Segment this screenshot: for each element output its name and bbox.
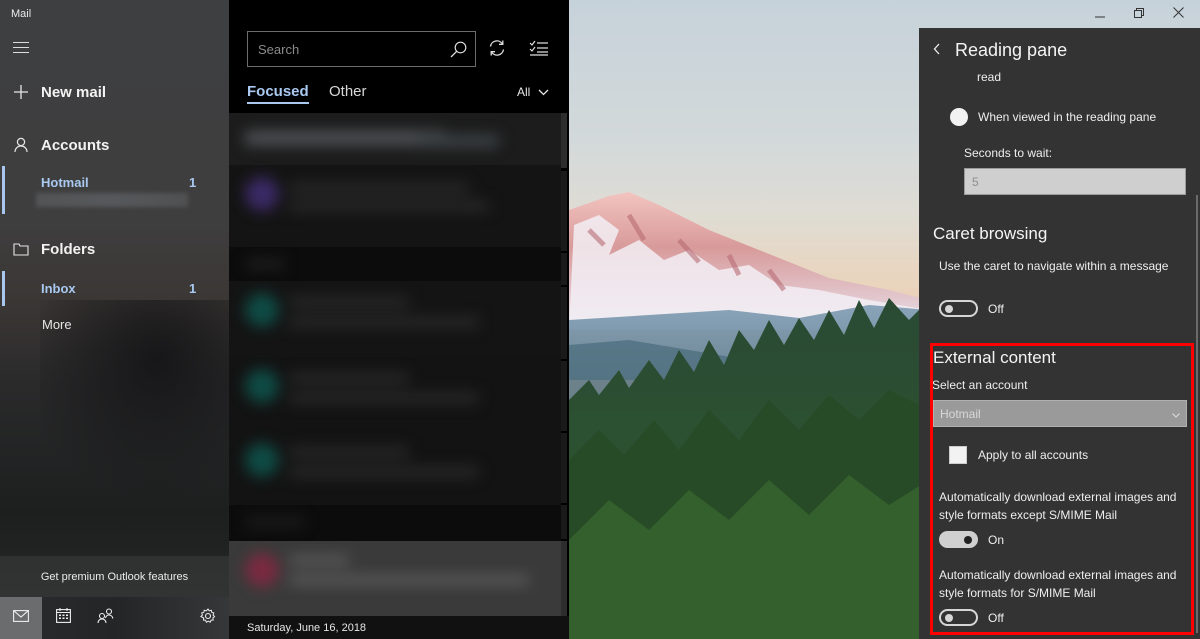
seconds-to-wait-input[interactable] <box>964 168 1186 195</box>
list-item[interactable] <box>229 165 561 247</box>
chevron-down-icon <box>538 85 549 99</box>
download-for-smime-description: Automatically download external images a… <box>939 568 1177 600</box>
tab-other[interactable]: Other <box>329 83 367 100</box>
avatar <box>245 553 279 587</box>
list-item[interactable] <box>229 357 561 433</box>
search-box[interactable] <box>247 31 476 67</box>
download-for-smime-toggle[interactable]: Off <box>939 609 1004 626</box>
minimize-button[interactable] <box>1088 4 1112 24</box>
account-item-hotmail[interactable]: Hotmail 1 <box>0 166 229 214</box>
restore-icon <box>1134 5 1144 23</box>
inbox-unread-count: 1 <box>189 281 197 296</box>
avatar <box>245 369 279 403</box>
checkbox-label: Apply to all accounts <box>978 448 1089 462</box>
avatar <box>245 443 279 477</box>
app-title: Mail <box>11 8 32 20</box>
settings-scrollbar[interactable] <box>1196 195 1198 633</box>
list-item[interactable] <box>229 281 561 357</box>
folder-item-inbox[interactable]: Inbox 1 <box>0 271 229 306</box>
accounts-header[interactable]: Accounts <box>0 133 229 157</box>
chevron-down-icon <box>1172 405 1180 423</box>
calendar-button[interactable] <box>42 597 84 639</box>
sync-icon <box>487 40 507 62</box>
checkbox[interactable] <box>949 446 967 464</box>
accounts-label: Accounts <box>41 136 110 154</box>
mail-icon <box>13 609 29 627</box>
inbox-label: Inbox <box>41 281 76 296</box>
caret-browsing-heading: Caret browsing <box>933 224 1048 243</box>
radio-button[interactable] <box>950 108 968 126</box>
folders-header[interactable]: Folders <box>0 237 229 261</box>
get-premium-button[interactable]: Get premium Outlook features <box>0 556 229 597</box>
account-select-dropdown[interactable]: Hotmail <box>933 400 1187 427</box>
new-mail-label: New mail <box>41 83 107 101</box>
folder-icon <box>0 242 41 256</box>
restore-button[interactable] <box>1127 4 1151 24</box>
seconds-to-wait-label: Seconds to wait: <box>964 146 1053 160</box>
close-button[interactable] <box>1166 4 1190 24</box>
tab-focused[interactable]: Focused <box>247 83 309 104</box>
settings-title: Reading pane <box>955 40 1068 60</box>
list-group-header <box>229 247 561 281</box>
people-icon <box>96 608 114 628</box>
message-list <box>229 113 561 616</box>
list-group-header <box>229 505 561 541</box>
apply-to-all-accounts-checkbox[interactable]: Apply to all accounts <box>949 446 1088 464</box>
more-folders-link[interactable]: More <box>42 317 72 332</box>
hamburger-menu-button[interactable] <box>13 42 29 54</box>
toggle-switch[interactable] <box>939 531 978 548</box>
account-email-redacted <box>36 193 188 207</box>
account-name: Hotmail <box>41 175 89 190</box>
sync-button[interactable] <box>487 38 509 60</box>
filter-dropdown[interactable]: All <box>517 85 549 99</box>
minimize-icon <box>1095 5 1105 23</box>
toggle-switch[interactable] <box>939 609 978 626</box>
bottom-app-bar <box>0 597 229 639</box>
mark-read-option-fragment: read <box>977 70 1002 84</box>
filter-label: All <box>517 85 531 99</box>
radio-label: When viewed in the reading pane <box>978 110 1157 124</box>
toggle-state: On <box>988 532 1005 547</box>
new-mail-button[interactable]: New mail <box>0 80 229 104</box>
radio-when-viewed[interactable]: When viewed in the reading pane <box>950 108 1156 126</box>
search-icon[interactable] <box>441 41 475 58</box>
toggle-state: Off <box>988 610 1004 625</box>
selection-indicator <box>2 271 5 306</box>
toggle-switch[interactable] <box>939 300 978 317</box>
date-footer: Saturday, June 16, 2018 <box>229 616 569 639</box>
account-unread-count: 1 <box>189 175 197 190</box>
selection-mode-button[interactable] <box>529 40 549 58</box>
navigation-pane: Mail New mail Accounts Hotmail 1 Folders… <box>0 0 229 639</box>
avatar <box>245 177 279 211</box>
mail-button[interactable] <box>0 597 42 639</box>
caret-browsing-description: Use the caret to navigate within a messa… <box>939 259 1169 273</box>
caret-browsing-toggle[interactable]: Off <box>939 300 1004 317</box>
person-icon <box>0 137 41 153</box>
download-except-smime-description: Automatically download external images a… <box>939 490 1177 522</box>
calendar-icon <box>55 608 71 628</box>
download-except-smime-toggle[interactable]: On <box>939 531 1004 548</box>
list-item[interactable] <box>229 541 561 616</box>
checklist-icon <box>529 40 548 60</box>
external-content-heading: External content <box>933 348 1056 367</box>
search-input[interactable] <box>248 41 441 57</box>
message-list-pane: Focused Other All <box>229 0 569 639</box>
close-icon <box>1172 5 1184 23</box>
avatar <box>245 293 279 327</box>
settings-flyout: Reading pane read When viewed in the rea… <box>919 28 1200 639</box>
folders-label: Folders <box>41 240 96 258</box>
selected-account: Hotmail <box>940 406 981 421</box>
selection-indicator <box>2 166 5 214</box>
chevron-left-icon <box>933 42 941 59</box>
settings-button[interactable] <box>187 597 229 639</box>
plus-icon <box>0 84 41 100</box>
select-account-label: Select an account <box>932 378 1028 392</box>
list-item[interactable] <box>229 113 561 165</box>
list-item[interactable] <box>229 433 561 505</box>
people-button[interactable] <box>84 597 126 639</box>
message-list-scrollbar[interactable] <box>561 113 569 616</box>
settings-gear-icon <box>200 607 216 629</box>
toggle-state: Off <box>988 301 1004 316</box>
back-button[interactable] <box>933 42 945 56</box>
